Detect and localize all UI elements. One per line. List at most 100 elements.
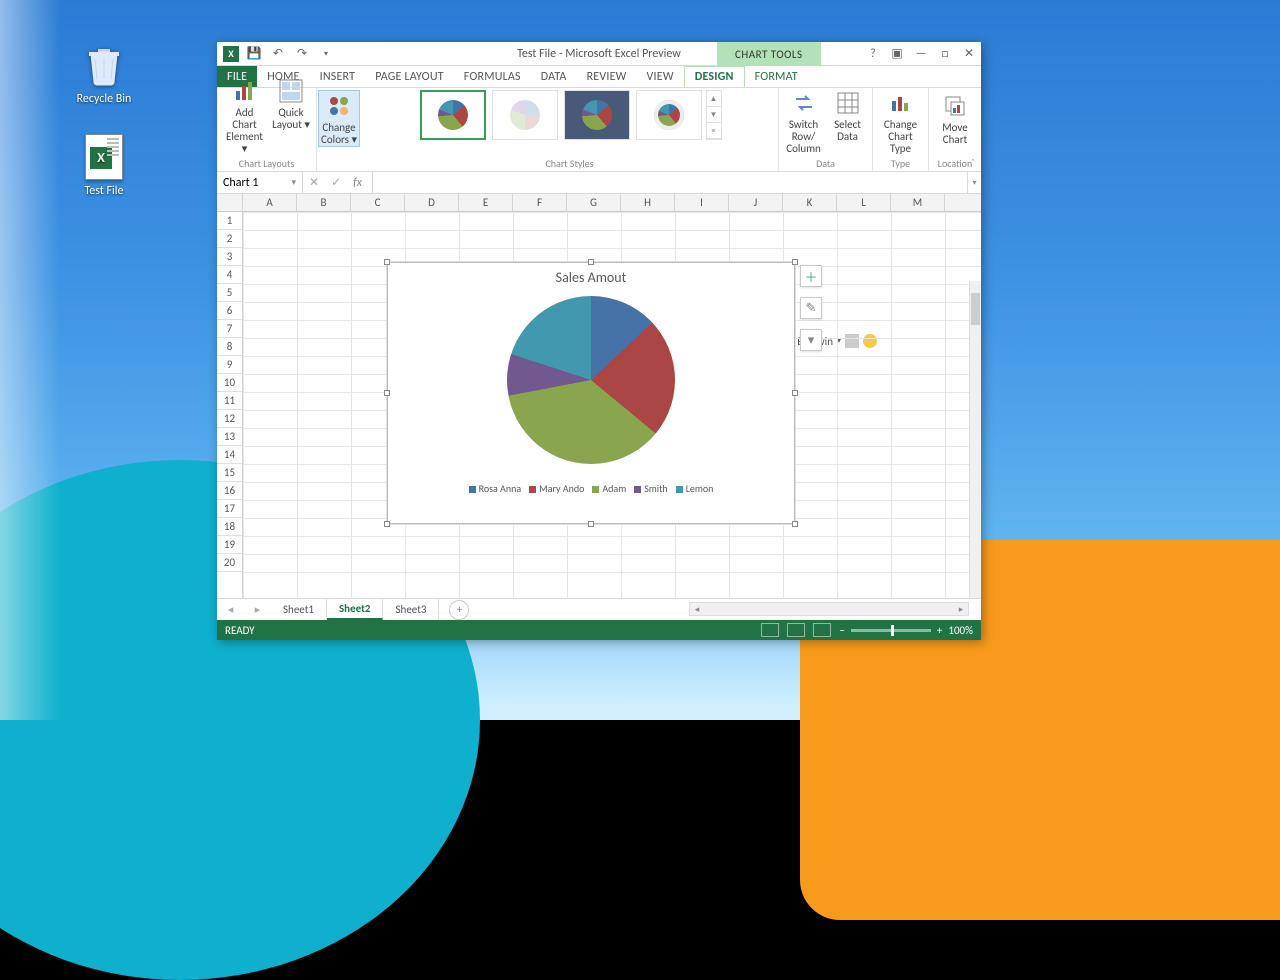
tab-formulas[interactable]: FORMULAS <box>454 66 531 87</box>
col-header[interactable]: G <box>567 194 621 211</box>
col-header[interactable]: B <box>297 194 351 211</box>
row-header[interactable]: 6 <box>217 302 242 320</box>
sheet-nav-next[interactable]: ▸ <box>255 603 261 616</box>
desktop-file-test[interactable]: Test File <box>66 134 142 198</box>
legend-item[interactable]: Smith <box>634 482 667 495</box>
legend-item[interactable]: Rosa Anna <box>469 482 522 495</box>
desktop-recycle-bin[interactable]: Recycle Bin <box>66 42 142 106</box>
row-header[interactable]: 8 <box>217 338 242 356</box>
chart-styles-button[interactable]: ✎ <box>800 297 822 319</box>
excel-window: X 💾 ↶ ↷ ▾ Test File - Microsoft Excel Pr… <box>217 42 981 640</box>
chart-style-1[interactable] <box>420 90 486 140</box>
close-button[interactable]: ✕ <box>957 42 981 65</box>
row-header[interactable]: 2 <box>217 230 242 248</box>
formula-input[interactable] <box>373 172 967 193</box>
sheet-tab-sheet1[interactable]: Sheet1 <box>271 599 327 620</box>
col-header[interactable]: A <box>243 194 297 211</box>
ribbon-display-options[interactable]: ▣ <box>885 42 909 65</box>
chart-filter-button[interactable]: ▾ <box>800 329 822 351</box>
row-header[interactable]: 4 <box>217 266 242 284</box>
column-headers[interactable]: ABCDEFGHIJKLM <box>243 194 981 212</box>
legend-item[interactable]: Lemon <box>676 482 714 495</box>
sheet-nav-prev[interactable]: ◂ <box>228 603 234 616</box>
row-header[interactable]: 17 <box>217 500 242 518</box>
chart-elements-button[interactable]: ＋ <box>800 265 822 287</box>
chart-legend[interactable]: Rosa Anna Mary Ando Adam Smith Lemon <box>388 482 794 495</box>
qat-customize[interactable]: ▾ <box>317 45 335 63</box>
row-header[interactable]: 7 <box>217 320 242 338</box>
tab-view[interactable]: VIEW <box>637 66 684 87</box>
tab-page-layout[interactable]: PAGE LAYOUT <box>365 66 454 87</box>
chart-title[interactable]: Sales Amout <box>388 263 794 288</box>
change-chart-type-button[interactable]: Change Chart Type <box>877 87 924 155</box>
pie-plot[interactable] <box>507 296 675 464</box>
desktop-icon-label: Recycle Bin <box>66 92 142 106</box>
formula-expand[interactable]: ▾ <box>967 172 981 193</box>
row-header[interactable]: 12 <box>217 410 242 428</box>
chart-element-icon <box>231 77 259 105</box>
row-header[interactable]: 3 <box>217 248 242 266</box>
legend-item[interactable]: Mary Ando <box>529 482 584 495</box>
row-header[interactable]: 9 <box>217 356 242 374</box>
new-sheet-button[interactable]: + <box>449 600 469 620</box>
embedded-chart[interactable]: Sales Amout Rosa Anna Mary Ando Adam Smith L… <box>387 262 795 524</box>
maximize-button[interactable]: □ <box>933 42 957 65</box>
select-data-button[interactable]: Select Data <box>827 87 869 143</box>
qat-undo[interactable]: ↶ <box>269 45 287 63</box>
quick-layout-button[interactable]: Quick Layout ▾ <box>270 75 312 131</box>
col-header[interactable]: M <box>891 194 945 211</box>
desktop-icon-label: Test File <box>66 184 142 198</box>
tab-data[interactable]: DATA <box>531 66 577 87</box>
qat-save[interactable]: 💾 <box>245 45 263 63</box>
row-header[interactable]: 16 <box>217 482 242 500</box>
row-header[interactable]: 5 <box>217 284 242 302</box>
excel-file-icon <box>85 134 123 180</box>
confirm-entry[interactable]: ✓ <box>331 175 341 190</box>
select-all-corner[interactable] <box>217 194 242 212</box>
fx-icon[interactable]: fx <box>353 176 362 190</box>
row-header[interactable]: 20 <box>217 554 242 572</box>
change-colors-button[interactable]: Change Colors ▾ <box>318 90 360 147</box>
row-header[interactable]: 19 <box>217 536 242 554</box>
col-header[interactable]: J <box>729 194 783 211</box>
row-header[interactable]: 10 <box>217 374 242 392</box>
chart-style-2[interactable] <box>492 90 558 140</box>
row-header[interactable]: 14 <box>217 446 242 464</box>
vertical-scrollbar[interactable] <box>969 281 981 598</box>
legend-item[interactable]: Adam <box>592 482 626 495</box>
tab-design[interactable]: DESIGN <box>684 66 745 87</box>
col-header[interactable]: K <box>783 194 837 211</box>
tab-review[interactable]: REVIEW <box>577 66 637 87</box>
cancel-entry[interactable]: ✕ <box>309 175 319 190</box>
switch-row-column-button[interactable]: Switch Row/ Column <box>783 87 825 155</box>
add-chart-element-button[interactable]: Add Chart Element ▾ <box>221 75 268 155</box>
col-header[interactable]: L <box>837 194 891 211</box>
cell-grid[interactable]: Sales Amout Rosa Anna Mary Ando Adam Smith L… <box>243 212 981 598</box>
row-header[interactable]: 18 <box>217 518 242 536</box>
col-header[interactable]: F <box>513 194 567 211</box>
col-header[interactable]: E <box>459 194 513 211</box>
style-gallery-scroll[interactable]: ▲▼≡ <box>706 90 722 140</box>
sheet-tab-sheet3[interactable]: Sheet3 <box>383 599 439 620</box>
app-icon: X <box>223 46 239 62</box>
horizontal-scrollbar[interactable]: ◂▸ <box>689 602 969 616</box>
row-header[interactable]: 1 <box>217 212 242 230</box>
color-palette-icon <box>325 92 353 120</box>
row-header[interactable]: 15 <box>217 464 242 482</box>
chart-style-4[interactable] <box>636 90 702 140</box>
minimize-button[interactable]: — <box>909 42 933 65</box>
row-header[interactable]: 11 <box>217 392 242 410</box>
collapse-ribbon[interactable]: ˆ <box>971 156 975 169</box>
col-header[interactable]: I <box>675 194 729 211</box>
move-chart-button[interactable]: Move Chart <box>933 90 977 146</box>
sheet-tab-sheet2[interactable]: Sheet2 <box>327 599 384 620</box>
zoom-level: 100% <box>948 624 973 637</box>
col-header[interactable]: D <box>405 194 459 211</box>
chart-style-3[interactable] <box>564 90 630 140</box>
tab-insert[interactable]: INSERT <box>310 66 366 87</box>
row-header[interactable]: 13 <box>217 428 242 446</box>
col-header[interactable]: H <box>621 194 675 211</box>
name-box[interactable]: Chart 1 <box>217 172 303 193</box>
col-header[interactable]: C <box>351 194 405 211</box>
qat-redo[interactable]: ↷ <box>293 45 311 63</box>
